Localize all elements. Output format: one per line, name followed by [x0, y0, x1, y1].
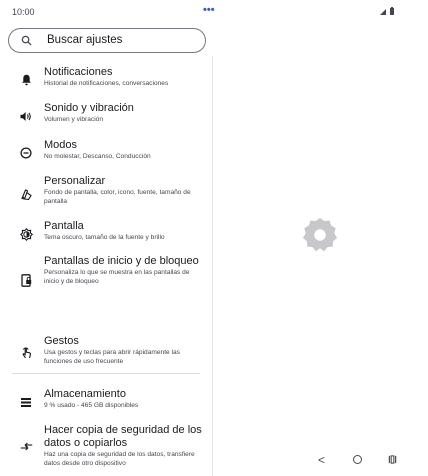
- settings-item-text: Hacer copia de seguridad de los datos o …: [44, 424, 204, 468]
- settings-item-almacenamiento[interactable]: Almacenamiento 9 % usado - 465 GB dispon…: [0, 388, 213, 416]
- settings-item-notificaciones[interactable]: Notificaciones Historial de notificacion…: [0, 66, 213, 94]
- navigation-bar: <: [300, 448, 428, 472]
- backup-icon: [19, 439, 33, 453]
- home-button[interactable]: [353, 455, 362, 464]
- settings-item-modos[interactable]: Modos No molestar, Descanso, Conducción: [0, 139, 213, 167]
- settings-item-subtitle: Volumen y vibración: [44, 116, 104, 123]
- signal-battery-icon: [380, 7, 394, 15]
- settings-item-text: Pantalla Tema oscuro, tamaño de la fuent…: [44, 220, 204, 243]
- settings-item-text: Almacenamiento 9 % usado - 465 GB dispon…: [44, 388, 204, 411]
- settings-item-subtitle: Fondo de pantalla, color, icono, fuente,…: [44, 189, 191, 205]
- storage-icon: [19, 395, 33, 409]
- settings-item-text: Pantallas de inicio y de bloqueo Persona…: [44, 255, 204, 286]
- settings-pane: Buscar ajustes Notificaciones Historial …: [0, 24, 213, 476]
- settings-item-subtitle: No molestar, Descanso, Conducción: [44, 153, 151, 160]
- settings-gear-icon: [302, 217, 338, 252]
- settings-item-title: Notificaciones: [44, 66, 113, 78]
- settings-item-text: Gestos Usa gestos y teclas para abrir rá…: [44, 335, 204, 366]
- brightness-icon: [19, 227, 33, 241]
- settings-item-subtitle: Historial de notificaciones, conversacio…: [44, 80, 169, 87]
- settings-item-subtitle: Tema oscuro, tamaño de la fuente y brill…: [44, 234, 165, 241]
- settings-item-personalizar[interactable]: Personalizar Fondo de pantalla, color, i…: [0, 175, 213, 213]
- settings-item-title: Hacer copia de seguridad de los datos o …: [44, 424, 202, 449]
- bell-icon: [19, 73, 33, 87]
- settings-item-subtitle: Personaliza lo que se muestra en las pan…: [44, 269, 190, 285]
- status-bar: 10:00 •••: [0, 0, 428, 24]
- search-input[interactable]: Buscar ajustes: [47, 34, 122, 46]
- volume-icon: [19, 109, 33, 123]
- settings-item-title: Pantallas de inicio y de bloqueo: [44, 255, 199, 267]
- section-divider: [12, 373, 200, 374]
- gesture-icon: [19, 345, 33, 359]
- settings-item-title: Modos: [44, 139, 78, 151]
- settings-item-text: Modos No molestar, Descanso, Conducción: [44, 139, 204, 162]
- settings-item-pantalla[interactable]: Pantalla Tema oscuro, tamaño de la fuent…: [0, 220, 213, 248]
- status-dots: •••: [203, 4, 215, 16]
- settings-item-gestos[interactable]: Gestos Usa gestos y teclas para abrir rá…: [0, 335, 213, 373]
- lock-screen-icon: [19, 273, 33, 287]
- settings-item-copia-seguridad[interactable]: Hacer copia de seguridad de los datos o …: [0, 424, 213, 474]
- modes-icon: [19, 146, 33, 160]
- settings-item-text: Notificaciones Historial de notificacion…: [44, 66, 204, 89]
- back-button[interactable]: <: [318, 453, 325, 467]
- settings-item-pantallas-inicio-bloqueo[interactable]: Pantallas de inicio y de bloqueo Persona…: [0, 255, 213, 305]
- detail-pane: [213, 24, 428, 444]
- search-bar[interactable]: Buscar ajustes: [8, 28, 206, 53]
- settings-item-title: Pantalla: [44, 220, 84, 232]
- settings-item-subtitle: 9 % usado - 465 GB disponibles: [44, 402, 139, 409]
- settings-item-title: Personalizar: [44, 175, 106, 187]
- recents-button[interactable]: [388, 455, 397, 464]
- settings-item-text: Sonido y vibración Volumen y vibración: [44, 102, 204, 125]
- settings-item-title: Almacenamiento: [44, 388, 126, 400]
- settings-item-subtitle: Usa gestos y teclas para abrir rápidamen…: [44, 349, 180, 365]
- settings-item-text: Personalizar Fondo de pantalla, color, i…: [44, 175, 204, 206]
- settings-item-subtitle: Haz una copia de seguridad de los datos,…: [44, 451, 195, 467]
- settings-item-title: Sonido y vibración: [44, 102, 134, 114]
- settings-item-title: Gestos: [44, 335, 79, 347]
- status-time: 10:00: [12, 7, 35, 17]
- search-icon: [21, 35, 32, 46]
- palette-icon: [19, 187, 33, 201]
- settings-item-sonido[interactable]: Sonido y vibración Volumen y vibración: [0, 102, 213, 130]
